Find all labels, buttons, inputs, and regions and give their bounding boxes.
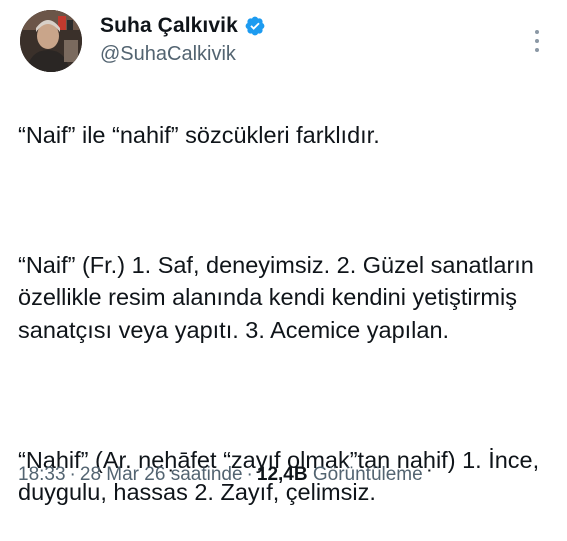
tweet-meta: 18:33 · 28 Mar 26 saatinde · 12,4B Görüntüle… xyxy=(18,464,423,486)
views-label: Görüntüleme xyxy=(312,464,423,485)
tweet-paragraph-2: “Naif” (Fr.) 1. Saf, deneyimsiz. 2. Güze… xyxy=(18,251,534,343)
verified-badge-icon[interactable] xyxy=(244,15,266,37)
tweet-date[interactable]: 28 Mar 26 saatinde xyxy=(80,464,243,485)
tweet-header: Suha Çalkıvik @SuhaCalkivik xyxy=(18,8,549,74)
display-name-row: Suha Çalkıvik xyxy=(100,12,266,40)
meta-separator: · xyxy=(69,464,76,485)
more-options-icon[interactable] xyxy=(527,30,547,52)
meta-separator: · xyxy=(246,464,253,485)
tweet: Suha Çalkıvik @SuhaCalkivik “Naif” ile “… xyxy=(0,0,567,505)
avatar-photo-icon xyxy=(20,10,82,72)
tweet-time[interactable]: 18:33 xyxy=(18,464,66,485)
tweet-paragraph-1: “Naif” ile “nahif” sözcükleri farklıdır. xyxy=(18,121,380,148)
handle[interactable]: @SuhaCalkivik xyxy=(100,43,266,66)
display-name[interactable]: Suha Çalkıvik xyxy=(100,14,238,38)
views-count[interactable]: 12,4B xyxy=(257,464,308,485)
avatar[interactable] xyxy=(20,10,82,72)
author-names: Suha Çalkıvik @SuhaCalkivik xyxy=(100,12,266,66)
